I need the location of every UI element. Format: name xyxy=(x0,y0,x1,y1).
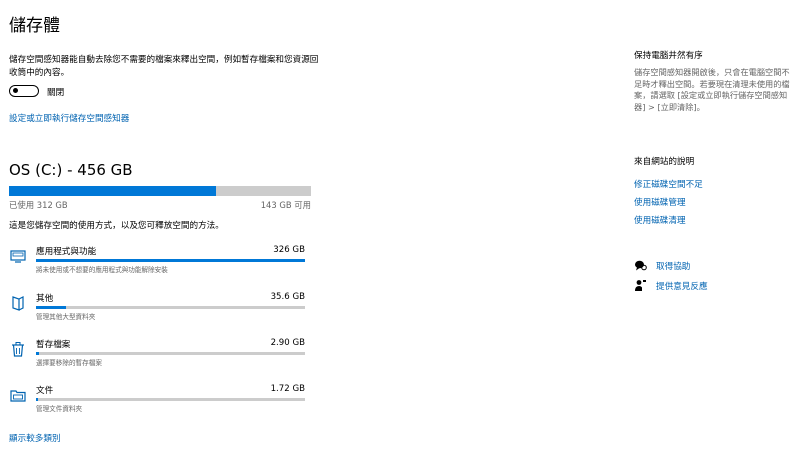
monitor-icon xyxy=(9,247,27,265)
feedback-link[interactable]: 提供意見反應 xyxy=(634,280,774,294)
keep-organized-heading: 保持電腦井然有序 xyxy=(634,51,703,61)
category-size: 1.72 GB xyxy=(270,384,305,394)
category-other[interactable]: 其他 35.6 GB 管理其他大型資料夾 xyxy=(9,292,305,332)
category-subtitle: 選擇要移除的暫存檔案 xyxy=(36,359,102,367)
usage-explanation: 這是您儲存空間的使用方式，以及您可釋放空間的方法。 xyxy=(9,221,224,231)
category-usage-bar xyxy=(36,306,305,309)
web-link-fix-low-space[interactable]: 修正磁碟空間不足 xyxy=(634,178,703,190)
category-usage-bar xyxy=(36,398,305,401)
toggle-knob xyxy=(13,88,18,93)
toggle-state-label: 關閉 xyxy=(47,88,65,98)
category-size: 326 GB xyxy=(273,245,305,255)
category-subtitle: 管理文件資料夾 xyxy=(36,405,83,413)
page-title: 儲存體 xyxy=(9,16,60,36)
category-name: 文件 xyxy=(36,386,54,396)
available-space-label: 143 GB 可用 xyxy=(260,200,311,210)
chat-bubble-icon xyxy=(634,259,647,272)
get-help-label: 取得協助 xyxy=(656,262,691,272)
category-documents[interactable]: 文件 1.72 GB 管理文件資料夾 xyxy=(9,384,305,424)
trash-icon xyxy=(9,340,27,358)
folder-icon xyxy=(9,386,27,404)
category-subtitle: 將未使用或不想要的應用程式與功能解除安裝 xyxy=(36,266,168,274)
category-usage-fill xyxy=(36,306,66,309)
category-subtitle: 管理其他大型資料夾 xyxy=(36,313,96,321)
web-link-disk-management[interactable]: 使用磁碟管理 xyxy=(634,196,686,208)
drive-usage-bar xyxy=(9,186,311,196)
category-name: 其他 xyxy=(36,294,54,304)
category-size: 2.90 GB xyxy=(270,338,305,348)
category-name: 應用程式與功能 xyxy=(36,247,97,257)
category-temp-files[interactable]: 暫存檔案 2.90 GB 選擇要移除的暫存檔案 xyxy=(9,338,305,378)
storage-sense-toggle[interactable] xyxy=(9,85,39,97)
keep-organized-text: 儲存空間感知器開啟後，只會在電腦空間不足時才釋出空間。若要現在清理未使用的檔案，… xyxy=(634,67,790,112)
category-usage-fill xyxy=(36,352,39,355)
web-link-disk-cleanup[interactable]: 使用磁碟清理 xyxy=(634,214,686,226)
category-usage-fill xyxy=(36,259,305,262)
used-space-label: 已使用 312 GB xyxy=(9,200,68,210)
category-apps-features[interactable]: 應用程式與功能 326 GB 將未使用或不想要的應用程式與功能解除安裝 xyxy=(9,245,305,285)
category-usage-fill xyxy=(36,398,39,401)
web-help-heading: 來自網站的說明 xyxy=(634,157,695,167)
storage-sense-description: 儲存空間感知器能自動去除您不需要的檔案來釋出空間，例如暫存檔案和您資源回收筒中的… xyxy=(9,55,319,78)
drive-usage-fill xyxy=(9,186,216,196)
category-size: 35.6 GB xyxy=(270,292,305,302)
drive-title: OS (C:) - 456 GB xyxy=(9,161,133,179)
book-icon xyxy=(9,294,27,312)
feedback-label: 提供意見反應 xyxy=(656,282,708,292)
category-usage-bar xyxy=(36,352,305,355)
category-name: 暫存檔案 xyxy=(36,340,71,350)
category-usage-bar xyxy=(36,259,305,262)
configure-storage-sense-link[interactable]: 設定或立即執行儲存空間感知器 xyxy=(9,112,129,124)
show-more-categories-link[interactable]: 顯示較多類別 xyxy=(9,432,61,444)
feedback-person-icon xyxy=(634,279,647,292)
get-help-link[interactable]: 取得協助 xyxy=(634,260,774,274)
